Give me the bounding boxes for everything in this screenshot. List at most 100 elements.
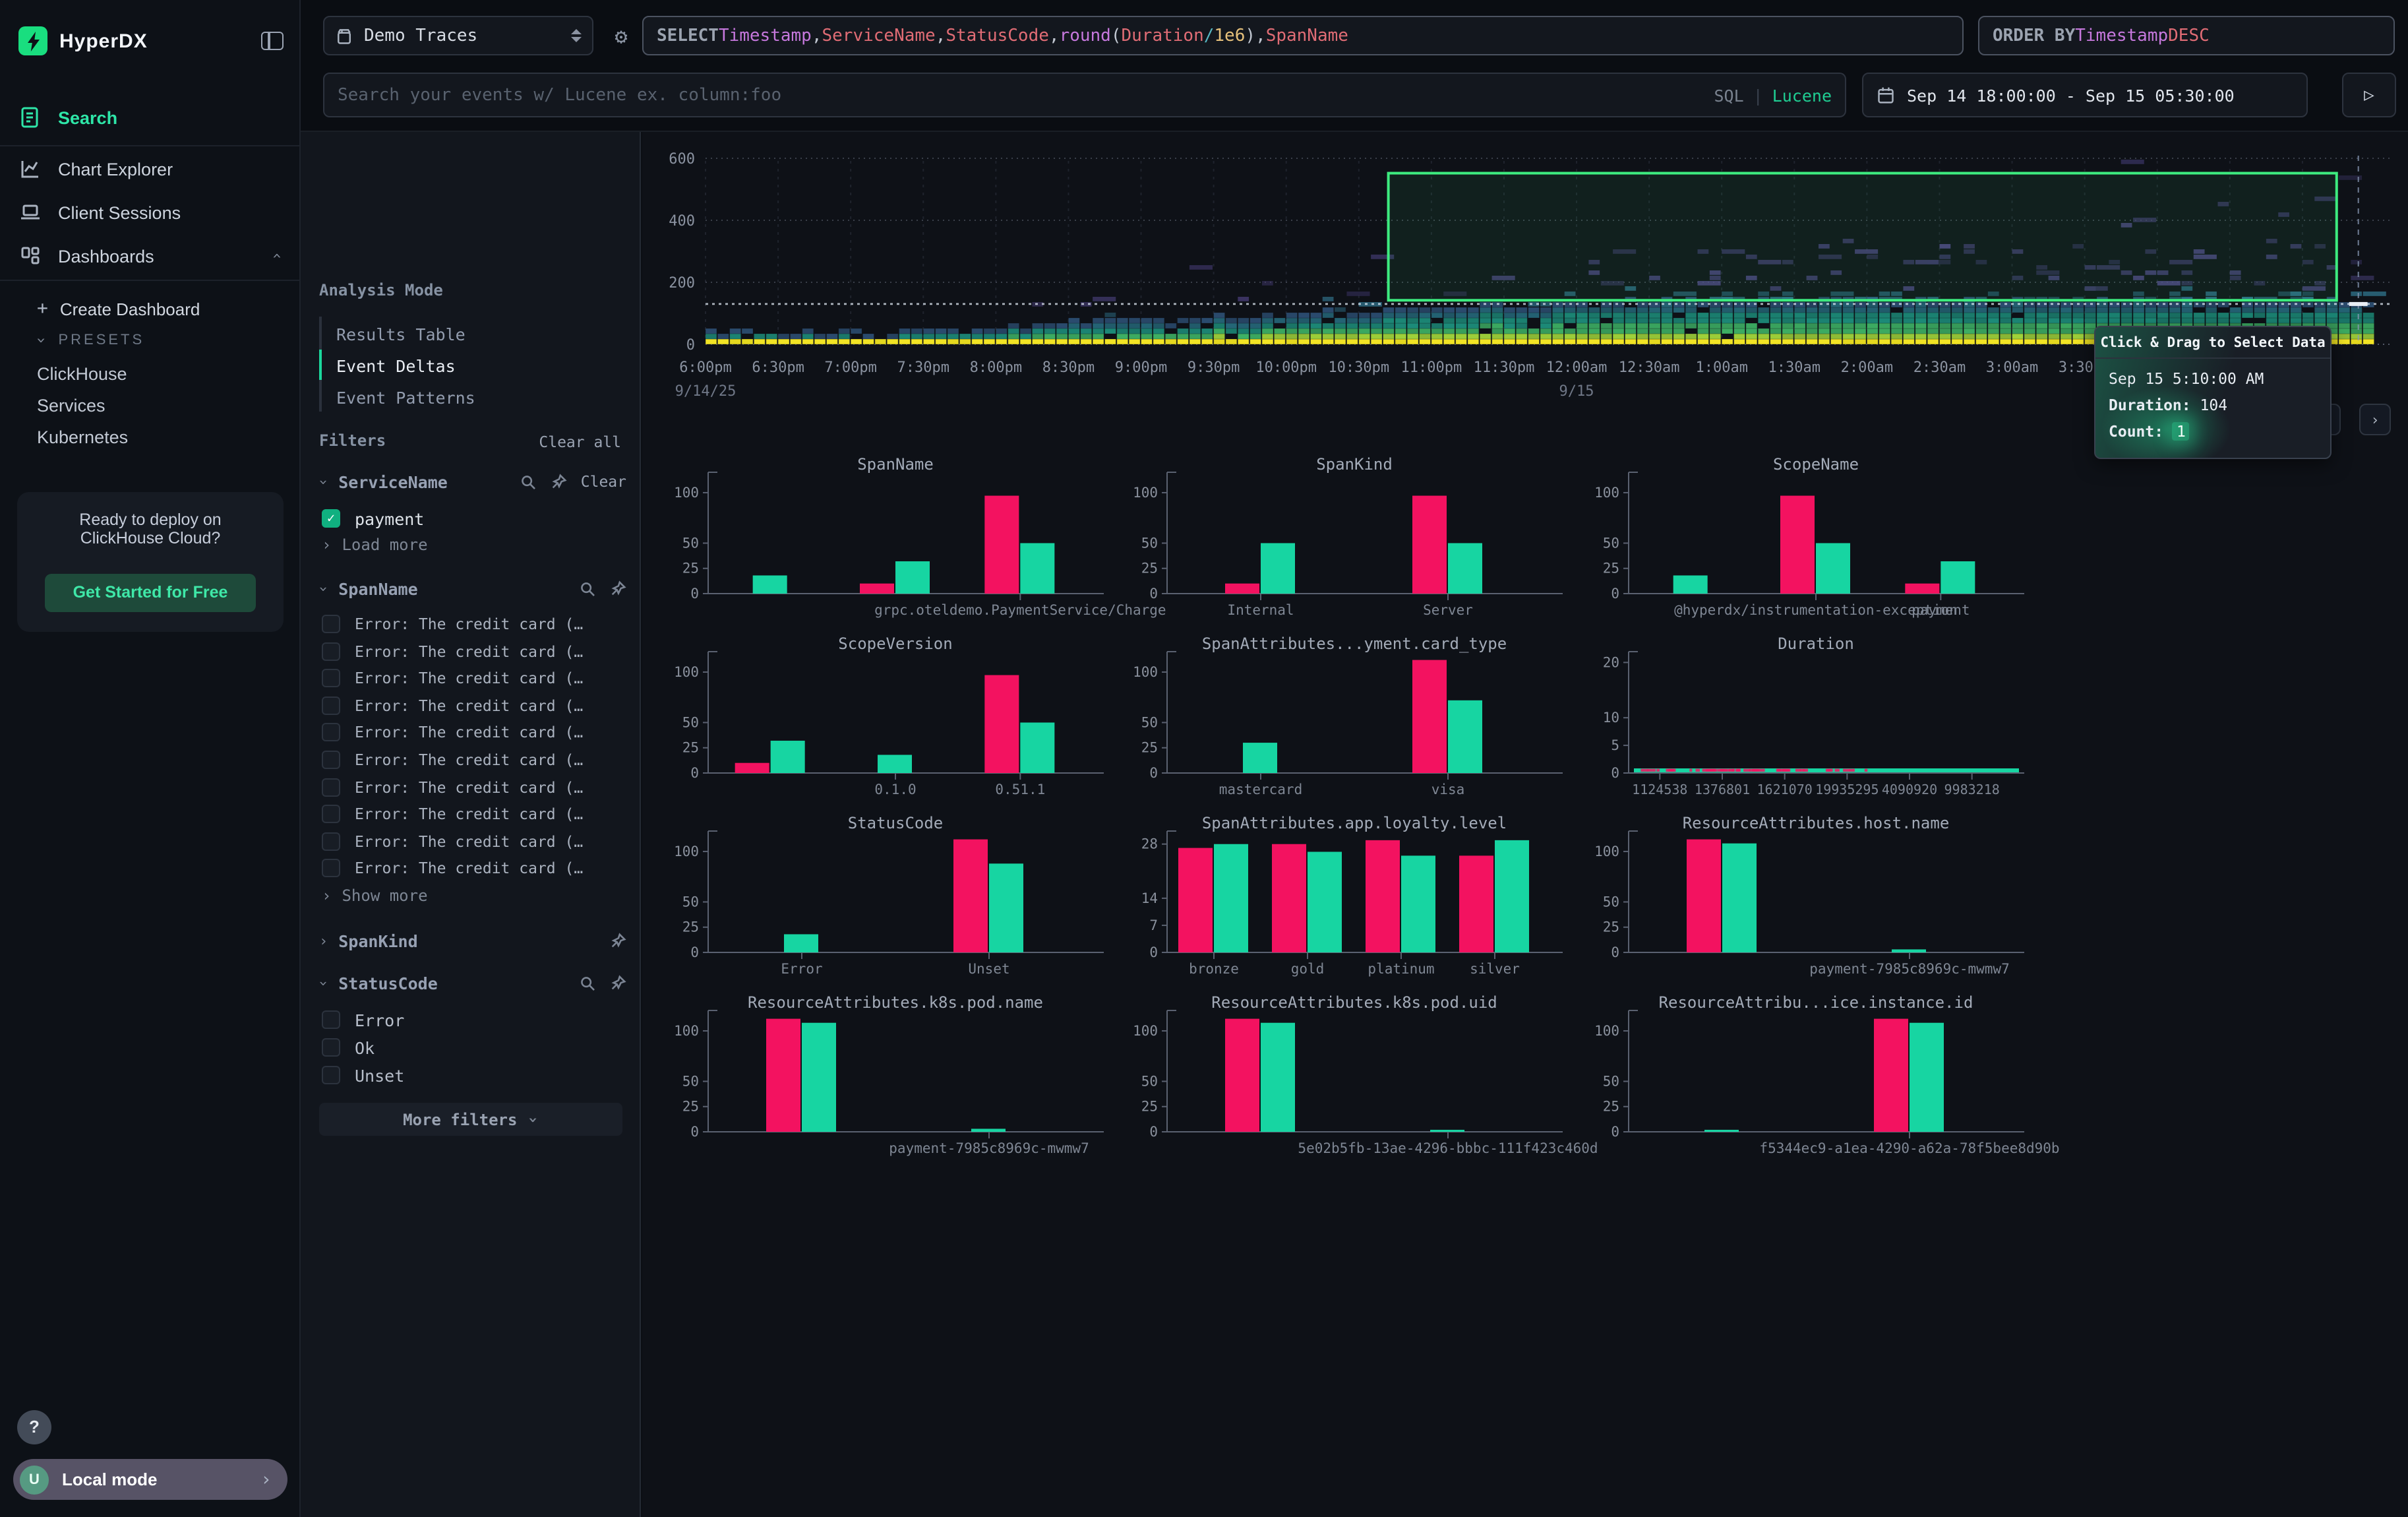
sidebar-item-chart-explorer[interactable]: Chart Explorer [0, 149, 299, 189]
bar-chart-scopename[interactable]: ScopeName02550100@hyperdx/instrumentatio… [1581, 456, 2056, 628]
presets-toggle[interactable]: › PRESETS [37, 331, 144, 350]
checkbox-unchecked[interactable] [322, 669, 340, 687]
search-icon[interactable] [579, 580, 596, 597]
sidebar-item-services[interactable]: Services [37, 396, 105, 416]
bar-chart-spanattributes-yment-card-type[interactable]: SpanAttributes...yment.card_type02550100… [1120, 636, 1594, 807]
filter-option-row[interactable]: Error: The credit card (… [322, 693, 629, 719]
local-mode-menu[interactable]: U Local mode › [13, 1459, 287, 1500]
data-source-select[interactable]: Demo Traces [323, 16, 593, 55]
sidebar-collapse-icon[interactable] [261, 32, 284, 50]
bar-green [1495, 840, 1529, 952]
svg-text:400: 400 [669, 213, 695, 230]
help-button[interactable]: ? [17, 1410, 51, 1444]
filter-option-error[interactable]: Error [322, 1006, 629, 1033]
svg-text:25: 25 [1141, 561, 1158, 576]
filter-option-payment[interactable]: ✓ payment [322, 505, 629, 532]
checkbox-unchecked[interactable] [322, 1066, 340, 1084]
filter-option-row[interactable]: Error: The credit card (… [322, 828, 629, 855]
sidebar-item-client-sessions[interactable]: Client Sessions [0, 193, 299, 232]
next-page-button[interactable]: › [2359, 404, 2391, 435]
chevron-down-icon: › [315, 477, 332, 485]
lucene-toggle[interactable]: Lucene [1772, 85, 1832, 105]
load-more-button[interactable]: › Load more [322, 536, 428, 554]
filter-option-unset[interactable]: Unset [322, 1062, 629, 1088]
pin-icon[interactable] [609, 580, 626, 597]
filter-group-statuscode[interactable]: › StatusCode [319, 971, 626, 995]
bar-chart-spankind[interactable]: SpanKind02550100InternalServer [1120, 456, 1594, 628]
filter-option-row[interactable]: Error: The credit card (… [322, 611, 629, 637]
sidebar-item-search[interactable]: Search [0, 98, 299, 137]
bar-chart-resourceattributes-k8s-pod-name[interactable]: ResourceAttributes.k8s.pod.name02550100p… [661, 995, 1135, 1166]
svg-text:0.1.0: 0.1.0 [874, 782, 916, 797]
checkbox-unchecked[interactable] [322, 642, 340, 660]
filter-option-ok[interactable]: Ok [322, 1034, 629, 1061]
sidebar-item-clickhouse[interactable]: ClickHouse [37, 364, 127, 384]
svg-text:9/14/25: 9/14/25 [675, 383, 737, 400]
bar-chart-duration[interactable]: Duration05102011245381376801162107019935… [1581, 636, 2056, 807]
filter-option-row[interactable]: Error: The credit card (… [322, 747, 629, 773]
checkbox-unchecked[interactable] [322, 1038, 340, 1057]
checkbox-checked[interactable]: ✓ [322, 509, 340, 528]
checkbox-unchecked[interactable] [322, 615, 340, 633]
sql-toggle[interactable]: SQL [1714, 85, 1743, 105]
filter-group-spanname[interactable]: › SpanName [319, 576, 626, 600]
heatmap-selection-box[interactable] [1389, 173, 2337, 301]
mode-event-deltas[interactable]: Event Deltas [336, 356, 456, 376]
svg-text:0: 0 [690, 765, 699, 781]
clear-all-button[interactable]: Clear all [539, 433, 621, 451]
filter-group-spankind[interactable]: › SpanKind [319, 929, 626, 952]
filter-group-servicename[interactable]: › ServiceName Clear [319, 470, 626, 493]
get-started-button[interactable]: Get Started for Free [45, 574, 256, 612]
svg-text:10:00pm: 10:00pm [1255, 359, 1317, 376]
svg-text:SpanName: SpanName [857, 455, 934, 474]
svg-text:1:00am: 1:00am [1695, 359, 1747, 376]
checkbox-unchecked[interactable] [322, 832, 340, 851]
checkbox-unchecked[interactable] [322, 724, 340, 742]
more-filters-button[interactable]: More filters › [319, 1103, 622, 1136]
bar-chart-resourceattributes-k8s-pod-uid[interactable]: ResourceAttributes.k8s.pod.uid025501005e… [1120, 995, 1594, 1166]
checkbox-unchecked[interactable] [322, 859, 340, 878]
bar-chart-resourceattribu-ice-instance-id[interactable]: ResourceAttribu...ice.instance.id0255010… [1581, 995, 2056, 1166]
show-more-button[interactable]: › Show more [322, 886, 428, 905]
sidebar-item-dashboards[interactable]: Dashboards › [0, 236, 299, 276]
clear-filter-button[interactable]: Clear [581, 472, 626, 491]
filter-option-row[interactable]: Error: The credit card (… [322, 720, 629, 746]
bar-chart-spanname[interactable]: SpanName02550100grpc.oteldemo.PaymentSer… [661, 456, 1135, 628]
filter-option-row[interactable]: Error: The credit card (… [322, 855, 629, 882]
pin-icon[interactable] [551, 473, 568, 490]
create-dashboard-button[interactable]: + Create Dashboard [37, 298, 200, 319]
checkbox-unchecked[interactable] [322, 778, 340, 796]
sidebar-item-kubernetes[interactable]: Kubernetes [37, 427, 128, 447]
hyperdx-logo-icon[interactable] [18, 26, 47, 55]
search-icon[interactable] [520, 473, 537, 490]
bar-chart-statuscode[interactable]: StatusCode02550100ErrorUnset [661, 815, 1135, 987]
filter-option-row[interactable]: Error: The credit card (… [322, 801, 629, 827]
checkbox-unchecked[interactable] [322, 1010, 340, 1029]
checkbox-unchecked[interactable] [322, 697, 340, 715]
bar-red [1412, 660, 1447, 773]
svg-text:100: 100 [1594, 1023, 1619, 1039]
tooltip-duration-value: 104 [2200, 396, 2228, 414]
pin-icon[interactable] [609, 974, 626, 991]
bar-chart-scopeversion[interactable]: ScopeVersion025501000.1.00.51.1 [661, 636, 1135, 807]
mode-results-table[interactable]: Results Table [336, 325, 466, 344]
gear-icon[interactable]: ⚙ [604, 16, 638, 55]
mode-event-patterns[interactable]: Event Patterns [336, 388, 475, 408]
svg-text:100: 100 [1133, 485, 1158, 501]
filter-option-row[interactable]: Error: The credit card (… [322, 638, 629, 664]
pin-icon[interactable] [609, 932, 626, 949]
search-input[interactable] [338, 85, 1714, 105]
bar-chart-spanattributes-app-loyalty-level[interactable]: SpanAttributes.app.loyalty.level071428br… [1120, 815, 1594, 987]
order-by-editor[interactable]: ORDER BY Timestamp DESC [1978, 16, 2395, 55]
run-query-button[interactable]: ▷ [2342, 73, 2396, 117]
svg-text:mastercard: mastercard [1219, 782, 1302, 797]
svg-text:25: 25 [1603, 919, 1619, 935]
filter-option-row[interactable]: Error: The credit card (… [322, 774, 629, 800]
checkbox-unchecked[interactable] [322, 751, 340, 769]
search-icon[interactable] [579, 974, 596, 991]
filter-option-row[interactable]: Error: The credit card (… [322, 665, 629, 691]
sql-select-editor[interactable]: SELECT Timestamp, ServiceName, StatusCod… [642, 16, 1964, 55]
time-range-picker[interactable]: Sep 14 18:00:00 - Sep 15 05:30:00 [1862, 73, 2308, 117]
bar-chart-resourceattributes-host-name[interactable]: ResourceAttributes.host.name02550100paym… [1581, 815, 2056, 987]
checkbox-unchecked[interactable] [322, 805, 340, 823]
